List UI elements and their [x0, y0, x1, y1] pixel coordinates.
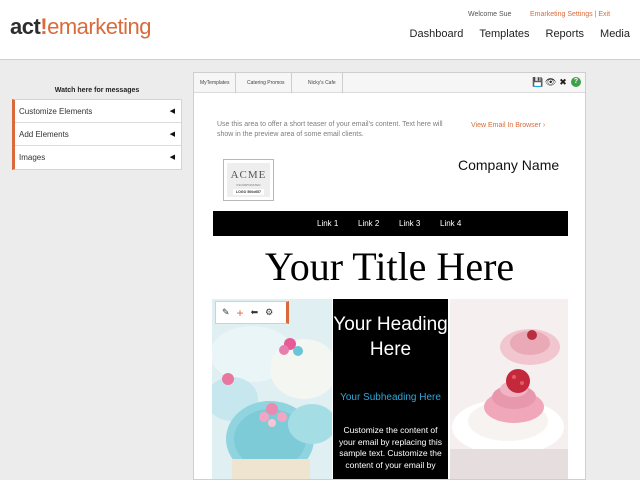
column-subheading[interactable]: Your Subheading Here [333, 391, 448, 404]
logo-emarketing-text: emarketing [47, 14, 151, 39]
dessert-image[interactable] [450, 299, 568, 479]
company-name[interactable]: Company Name [458, 157, 559, 173]
sidebar-item-customize-elements[interactable]: Customize Elements ◀ [15, 100, 181, 123]
nav-dashboard[interactable]: Dashboard [410, 28, 464, 40]
heading-column[interactable]: Your Heading Here Your Subheading Here C… [333, 299, 448, 479]
logo-act-text: act [10, 14, 41, 39]
triangle-left-icon: ◀ [169, 154, 175, 161]
sidebar-item-label: Add Elements [19, 130, 69, 139]
triangle-left-icon: ◀ [169, 131, 175, 138]
close-icon[interactable]: ✖ [558, 77, 568, 87]
nav-reports[interactable]: Reports [546, 28, 585, 40]
top-header: act!emarketing Welcome Sue Emarketing Se… [0, 0, 640, 60]
nav-media[interactable]: Media [600, 28, 630, 40]
editor-toolbar: 💾 👁 ✖ ? [532, 77, 581, 87]
cupcakes-image[interactable] [212, 299, 332, 479]
act-emarketing-logo[interactable]: act!emarketing [10, 14, 151, 40]
sidebar-item-images[interactable]: Images ◀ [15, 146, 181, 169]
view-in-browser-link[interactable]: View Email In Browser › [471, 122, 545, 129]
column-body-text[interactable]: Customize the content of your email by r… [339, 425, 442, 471]
teaser-text[interactable]: Use this area to offer a short teaser of… [217, 120, 447, 140]
email-link-1[interactable]: Link 1 [317, 211, 338, 236]
logo-placeholder[interactable]: ACME INCORPORATED LOGO 500x657 [223, 159, 274, 201]
logo-placeholder-image: ACME INCORPORATED LOGO 500x657 [227, 163, 270, 197]
email-link-3[interactable]: Link 3 [399, 211, 420, 236]
triangle-left-icon: ◀ [169, 108, 175, 115]
sidebar-item-add-elements[interactable]: Add Elements ◀ [15, 123, 181, 146]
email-link-4[interactable]: Link 4 [440, 211, 461, 236]
breadcrumb-mytemplates[interactable]: MyTemplates [194, 73, 237, 93]
preview-eye-icon[interactable]: 👁 [545, 77, 556, 87]
breadcrumb-catering-promos[interactable]: Catering Promos [241, 73, 292, 93]
email-link-bar: Link 1 Link 2 Link 3 Link 4 [213, 211, 568, 236]
sidebar-item-label: Customize Elements [19, 107, 93, 116]
email-title[interactable]: Your Title Here [194, 243, 585, 290]
sidebar-panel: Customize Elements ◀ Add Elements ◀ Imag… [12, 99, 182, 170]
breadcrumb: MyTemplates Catering Promos Nicky's Cafe… [194, 73, 585, 93]
gear-icon[interactable]: ⚙ [265, 307, 273, 318]
email-link-2[interactable]: Link 2 [358, 211, 379, 236]
acme-logo-sub: INCORPORATED [236, 183, 261, 187]
messages-title: Watch here for messages [54, 87, 140, 94]
help-icon[interactable]: ? [571, 77, 581, 87]
settings-exit-links[interactable]: Emarketing Settings | Exit [530, 11, 610, 18]
dessert-illustration [450, 299, 568, 479]
cupcakes-illustration [212, 299, 332, 479]
sidebar-item-label: Images [19, 153, 46, 162]
breadcrumb-nickys-cafe[interactable]: Nicky's Cafe [302, 73, 343, 93]
email-editor: MyTemplates Catering Promos Nicky's Cafe… [193, 72, 586, 480]
arrow-left-icon[interactable]: ⬅ [251, 307, 259, 318]
nav-templates[interactable]: Templates [479, 28, 529, 40]
acme-logo-badge: LOGO 500x657 [233, 189, 264, 195]
plus-icon[interactable]: + [237, 306, 244, 320]
block-edit-toolbar: ✎ + ⬅ ⚙ [215, 301, 289, 324]
column-heading[interactable]: Your Heading Here [333, 312, 448, 362]
main-nav: Dashboard Templates Reports Media [410, 28, 630, 40]
save-icon[interactable]: 💾 [532, 77, 543, 87]
acme-logo-text: ACME [230, 169, 267, 181]
welcome-text: Welcome Sue [468, 11, 512, 18]
pencil-icon[interactable]: ✎ [222, 307, 230, 318]
